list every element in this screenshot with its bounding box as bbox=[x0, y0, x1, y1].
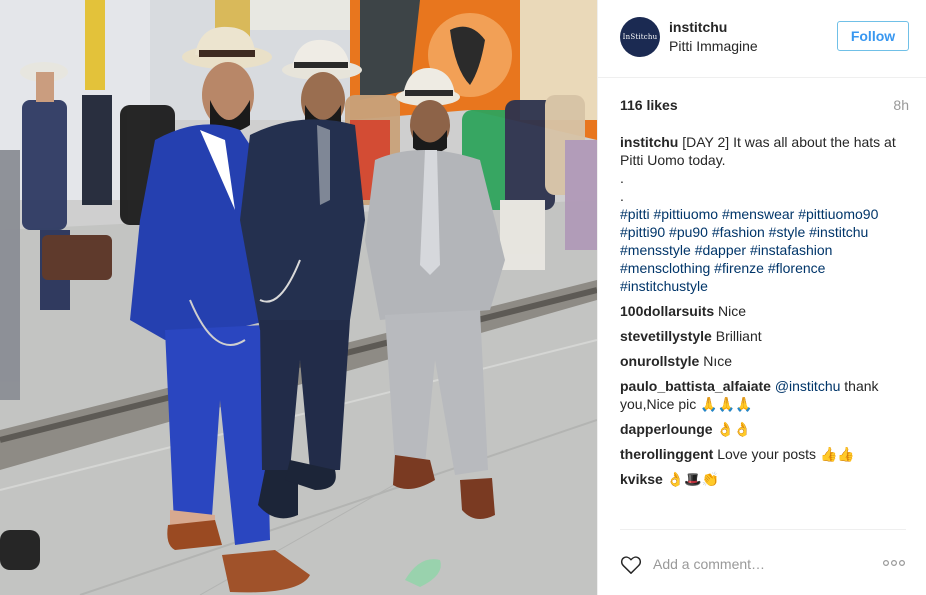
heart-icon[interactable] bbox=[620, 555, 642, 575]
comment-username[interactable]: paulo_battista_alfaiate bbox=[620, 378, 771, 394]
comment: therollinggent Love your posts 👍👍 bbox=[620, 445, 913, 463]
comment-text: 👌👌 bbox=[716, 421, 752, 437]
comment-text: 👌🎩👏 bbox=[666, 471, 720, 487]
comment-username[interactable]: stevetillystyle bbox=[620, 328, 712, 344]
instagram-post: InStitchu institchu Pitti Immagine Follo… bbox=[0, 0, 926, 595]
comment-username[interactable]: 100dollarsuits bbox=[620, 303, 714, 319]
post-stats: 116 likes 8h bbox=[598, 78, 926, 122]
post-sidebar: InStitchu institchu Pitti Immagine Follo… bbox=[597, 0, 926, 595]
caption-dot: . bbox=[620, 170, 624, 186]
comment: stevetillystyle Brilliant bbox=[620, 327, 913, 345]
comment-username[interactable]: dapperlounge bbox=[620, 421, 713, 437]
comment: paulo_battista_alfaiate @institchu thank… bbox=[620, 377, 913, 413]
comment: kvikse 👌🎩👏 bbox=[620, 470, 913, 488]
comment-text: Love your posts 👍👍 bbox=[717, 446, 855, 462]
post-photo[interactable] bbox=[0, 0, 597, 595]
caption-dot: . bbox=[620, 188, 624, 204]
post-header: InStitchu institchu Pitti Immagine Follo… bbox=[598, 0, 926, 78]
comment-username[interactable]: therollinggent bbox=[620, 446, 713, 462]
comment-text: Nıce bbox=[703, 353, 733, 369]
comment-username[interactable]: onurollstyle bbox=[620, 353, 699, 369]
post-footer: Add a comment… bbox=[620, 529, 906, 595]
comment: onurollstyle Nıce bbox=[620, 352, 913, 370]
caption: institchu [DAY 2] It was all about the h… bbox=[620, 133, 913, 295]
comment-mention[interactable]: @institchu bbox=[775, 378, 841, 394]
add-comment-input[interactable]: Add a comment… bbox=[653, 556, 765, 572]
header-username[interactable]: institchu bbox=[669, 19, 727, 35]
comment-text: Brilliant bbox=[715, 328, 762, 344]
comment: 100dollarsuits Nice bbox=[620, 302, 913, 320]
avatar[interactable]: InStitchu bbox=[620, 17, 660, 57]
comments-list: institchu [DAY 2] It was all about the h… bbox=[620, 133, 913, 495]
street-style-photo bbox=[0, 0, 597, 595]
comment: dapperlounge 👌👌 bbox=[620, 420, 913, 438]
post-time[interactable]: 8h bbox=[893, 97, 909, 113]
likes-count[interactable]: 116 likes bbox=[620, 97, 678, 113]
follow-button[interactable]: Follow bbox=[837, 21, 909, 51]
comment-text: Nice bbox=[718, 303, 747, 319]
caption-hashtags[interactable]: #pitti #pittiuomo #menswear #pittiuomo90… bbox=[620, 205, 913, 295]
header-location[interactable]: Pitti Immagine bbox=[669, 38, 758, 54]
more-options-icon[interactable] bbox=[882, 557, 906, 569]
comment-username[interactable]: kvikse bbox=[620, 471, 663, 487]
caption-username[interactable]: institchu bbox=[620, 134, 678, 150]
